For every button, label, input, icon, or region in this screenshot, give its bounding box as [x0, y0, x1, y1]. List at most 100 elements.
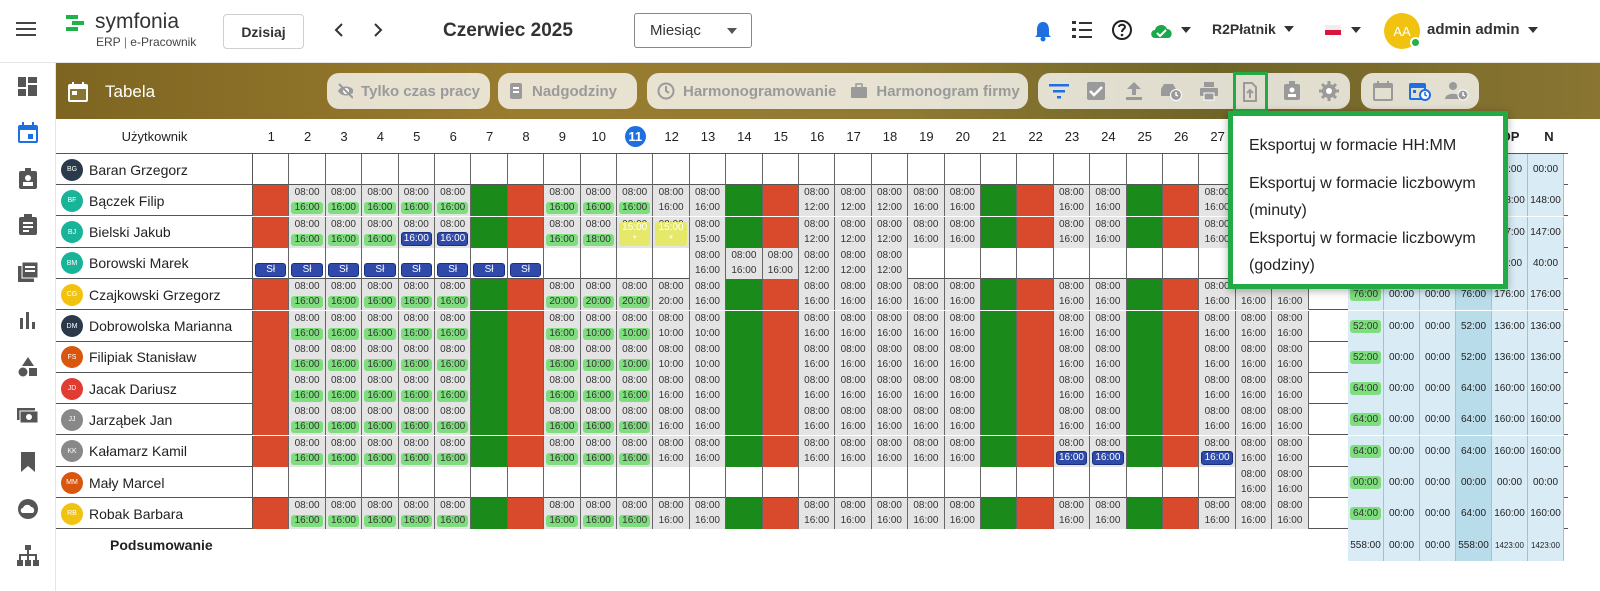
user-cell[interactable]: BM Borowski Marek — [56, 247, 253, 279]
day-cell[interactable]: 08:0016:00 — [544, 310, 581, 342]
day-cell[interactable]: 08:0016:00 — [398, 310, 435, 342]
day-cell[interactable]: 08:0016:00 — [653, 498, 690, 530]
user-cell[interactable]: KK Kałamarz Kamil — [56, 435, 253, 467]
day-cell[interactable]: 08:0016:00 — [871, 498, 909, 530]
day-cell[interactable] — [908, 467, 945, 498]
day-cell[interactable]: 08:0016:00 — [1053, 341, 1091, 373]
day-cell[interactable] — [1126, 435, 1163, 467]
day-cell[interactable]: 08:00 10:00 — [617, 341, 654, 373]
day-cell[interactable]: 08:00 10:00 — [689, 341, 727, 373]
day-cell[interactable] — [253, 373, 290, 405]
day-cell[interactable] — [253, 154, 290, 185]
clipboard-icon[interactable] — [16, 213, 40, 237]
day-cell[interactable] — [1163, 373, 1200, 405]
day-cell[interactable] — [835, 467, 872, 498]
day-cell[interactable] — [399, 467, 435, 498]
day-cell[interactable] — [471, 467, 508, 498]
day-cell[interactable]: 08:0016:00 — [362, 185, 399, 217]
day-cell[interactable]: 08:0016:00 — [617, 404, 654, 436]
day-cell[interactable] — [726, 404, 763, 436]
day-cell[interactable]: 08:0016:00 — [289, 373, 326, 405]
company-schedule-toggle[interactable]: Harmonogram firmy — [850, 83, 1020, 100]
day-cell[interactable]: 08:0016:00 — [1053, 279, 1091, 311]
day-cell[interactable]: Sł — [326, 247, 363, 279]
day-cell[interactable] — [762, 435, 799, 467]
day-cell[interactable]: 08:0016:00 — [835, 373, 872, 405]
day-cell[interactable]: 08:0016:00 — [1235, 404, 1273, 436]
day-cell[interactable]: 08:0016:00 — [617, 373, 654, 405]
calendar-view-icon[interactable] — [1369, 77, 1396, 105]
day-cell[interactable] — [981, 341, 1018, 373]
day-cell[interactable]: 08:0016:00 — [1090, 279, 1127, 311]
day-cell[interactable]: 08:00 12:00 — [835, 247, 872, 279]
day-cell[interactable]: 08:0016:00 — [1090, 404, 1127, 436]
day-cell[interactable] — [981, 279, 1018, 311]
day-cell[interactable]: 08:0016:00 — [1053, 310, 1091, 342]
day-cell[interactable]: 08:0016:00 — [1199, 435, 1236, 467]
day-cell[interactable]: 08:0016:00 — [799, 404, 836, 436]
day-cell[interactable]: 08:0016:00 — [908, 185, 945, 217]
day-cell[interactable]: 08:0016:00 — [580, 435, 617, 467]
day-cell[interactable] — [690, 467, 727, 498]
badge-check-icon[interactable] — [1278, 77, 1306, 105]
day-cell[interactable]: 08:0016:00 — [435, 373, 472, 405]
day-cell[interactable]: 08:00 20:00 — [653, 279, 690, 311]
day-cell[interactable] — [471, 154, 508, 185]
day-cell[interactable]: 08:0016:00 — [362, 279, 399, 311]
day-cell[interactable] — [763, 154, 799, 185]
day-cell[interactable]: Sł — [362, 247, 399, 279]
day-cell[interactable]: 08:0016:00 — [835, 435, 872, 467]
day-cell[interactable]: 08:0016:00 — [689, 279, 727, 311]
user-clock-icon[interactable] — [1444, 77, 1471, 105]
day-cell[interactable]: 08:0016:00 — [908, 279, 945, 311]
day-cell[interactable] — [1017, 373, 1054, 405]
day-cell[interactable] — [435, 154, 472, 185]
day-cell[interactable] — [507, 341, 545, 373]
day-cell[interactable] — [399, 154, 435, 185]
day-cell[interactable] — [981, 467, 1018, 498]
scheduling-toggle[interactable]: Harmonogramowanie — [657, 82, 836, 100]
day-cell[interactable] — [799, 467, 836, 498]
day-cell[interactable]: Sł — [471, 247, 508, 279]
settings-icon[interactable] — [1315, 77, 1343, 105]
day-cell[interactable] — [981, 154, 1018, 185]
user-cell[interactable]: JD Jacak Dariusz — [56, 373, 253, 405]
day-cell[interactable]: 08:0016:00 — [1053, 216, 1091, 248]
day-cell[interactable] — [1054, 467, 1091, 498]
day-cell[interactable]: 08:0016:00 — [580, 185, 617, 217]
symfonia-logo[interactable]: symfonia ERP | e-Pracownik — [66, 10, 196, 49]
day-cell[interactable] — [617, 467, 654, 498]
day-cell[interactable]: 08:0016:00 — [325, 498, 363, 530]
day-cell[interactable]: 08:0016:00 — [398, 435, 435, 467]
day-cell[interactable] — [1017, 498, 1054, 530]
day-cell[interactable]: 08:0016:00 — [908, 435, 945, 467]
badge-icon[interactable] — [16, 167, 40, 191]
day-cell[interactable]: 08:0016:00 — [325, 435, 363, 467]
day-cell[interactable]: 08:0016:00 — [653, 404, 690, 436]
user-cell[interactable]: BG Baran Grzegorz — [56, 154, 253, 185]
day-cell[interactable]: 08:0016:00 — [1272, 404, 1309, 436]
day-cell[interactable] — [581, 154, 617, 185]
day-cell[interactable] — [1126, 404, 1163, 436]
day-cell[interactable] — [1199, 467, 1236, 498]
user-cell[interactable]: BF Bączek Filip — [56, 185, 253, 217]
day-cell[interactable]: 08:0016:00 — [944, 498, 981, 530]
day-cell[interactable]: 08:0016:00 — [1090, 435, 1127, 467]
day-cell[interactable] — [762, 498, 799, 530]
day-cell[interactable]: 08:0016:00 — [362, 498, 399, 530]
day-cell[interactable]: 08:0016:00 — [689, 373, 727, 405]
day-cell[interactable]: 08:00 12:00 — [871, 247, 909, 279]
help-icon[interactable] — [1111, 19, 1133, 41]
day-cell[interactable] — [653, 154, 690, 185]
dashboard-icon[interactable] — [16, 75, 40, 99]
day-cell[interactable]: 08:0016:00 — [762, 247, 799, 279]
day-cell[interactable] — [726, 498, 763, 530]
day-cell[interactable] — [762, 404, 799, 436]
user-cell[interactable]: FS Filipiak Stanisław — [56, 341, 253, 373]
day-cell[interactable] — [1126, 373, 1163, 405]
day-cell[interactable] — [1054, 247, 1091, 279]
day-cell[interactable] — [1127, 247, 1163, 279]
day-cell[interactable] — [544, 247, 581, 279]
day-cell[interactable]: 08:0016:00 — [398, 373, 435, 405]
task-list-icon[interactable] — [1071, 19, 1093, 41]
